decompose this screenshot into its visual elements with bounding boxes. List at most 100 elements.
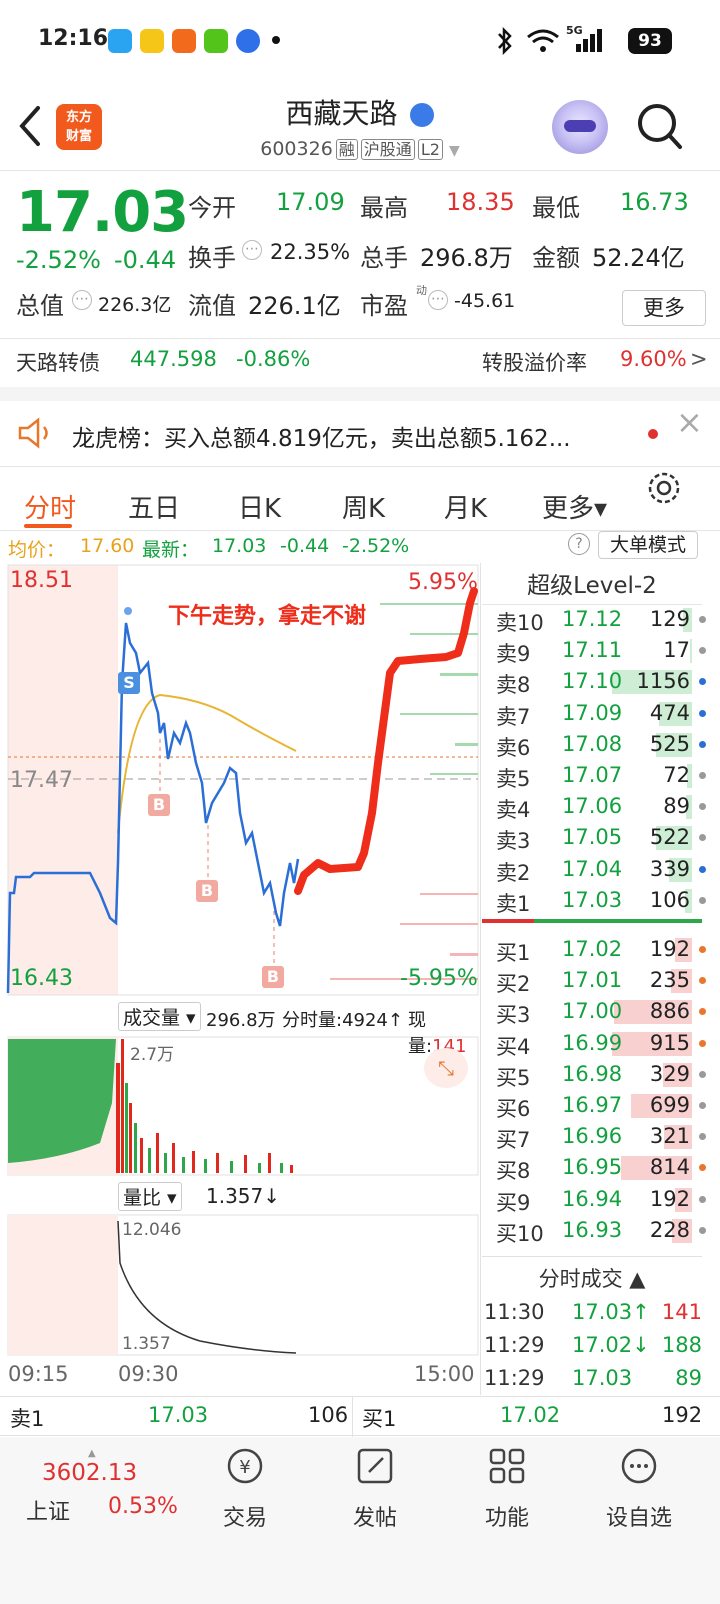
stock-subtitle[interactable]: 600326 融沪股通 L2 ▼ — [0, 136, 720, 160]
order-book-row[interactable]: 买7 16.96 321 — [492, 1121, 712, 1152]
order-book-row[interactable]: 卖1 17.03 106 — [492, 885, 712, 916]
nav-post[interactable]: 发帖 — [320, 1446, 430, 1532]
robot-assistant-icon[interactable] — [552, 100, 608, 154]
tab-weekly-k[interactable]: 周K — [342, 488, 385, 525]
tick-row: 11:29 17.02↓ 188 — [484, 1333, 704, 1365]
level-volume: 228 — [649, 1217, 690, 1242]
sell-buy-ratio-green — [534, 919, 702, 923]
nav-trade[interactable]: ¥ 交易 — [190, 1446, 300, 1532]
buy-marker[interactable]: B — [148, 794, 170, 816]
order-dot — [699, 1102, 706, 1109]
level-label: 卖10 — [496, 611, 544, 635]
buy-marker[interactable]: B — [262, 966, 284, 988]
convertible-bond-row[interactable]: 天路转债 447.598 -0.86% 转股溢价率 9.60% > — [0, 339, 720, 387]
chart-annotation: 下午走势，拿走不谢 — [168, 604, 367, 629]
level-label: 买3 — [496, 1003, 531, 1028]
level-volume: 339 — [649, 856, 690, 881]
big-order-mode-button[interactable]: 大单模式 — [598, 531, 698, 559]
best-quote-bar: 卖1 17.03 106 买1 17.02 192 — [0, 1396, 720, 1437]
level-volume: 192 — [649, 937, 690, 961]
volume-indicator-select[interactable]: 成交量 ▾ — [118, 1002, 201, 1031]
order-book-row[interactable]: 卖5 17.07 72 — [492, 760, 712, 791]
tag-level2: L2 — [417, 139, 443, 160]
info-icon[interactable]: ⋯ — [72, 290, 92, 310]
level-volume: 699 — [649, 1093, 690, 1117]
order-book-row[interactable]: 卖6 17.08 525 — [492, 729, 712, 760]
order-book-title[interactable]: 超级Level-2 — [482, 566, 702, 604]
level-volume: 525 — [649, 731, 690, 756]
notice-bar[interactable]: 龙虎榜：买入总额4.819亿元，卖出总额5.162... × — [0, 401, 720, 465]
order-dot — [699, 616, 706, 623]
level-volume: 17 — [663, 638, 690, 663]
level-label: 买5 — [496, 1065, 531, 1090]
order-book-row[interactable]: 卖8 17.10 1156 — [492, 666, 712, 697]
nav-add-watchlist[interactable]: 设自选 — [584, 1446, 694, 1532]
order-book-row[interactable]: 卖7 17.09 474 — [492, 698, 712, 729]
expand-icon[interactable]: ⤡ — [424, 1048, 468, 1088]
volume-total: 296.8万 — [206, 1010, 276, 1031]
tick-list-header[interactable]: 分时成交 ▲ — [482, 1256, 702, 1294]
tab-five-day[interactable]: 五日 — [128, 488, 180, 525]
order-book-row[interactable]: 卖9 17.11 17 — [492, 635, 712, 666]
notice-text: 龙虎榜：买入总额4.819亿元，卖出总额5.162... — [72, 426, 571, 452]
high-marker — [124, 607, 132, 615]
tab-daily-k[interactable]: 日K — [238, 488, 281, 525]
level-label: 买9 — [496, 1190, 531, 1215]
level-volume: 915 — [649, 1030, 690, 1055]
order-book-row[interactable]: 买5 16.98 329 — [492, 1059, 712, 1090]
order-book-row[interactable]: 买6 16.97 699 — [492, 1090, 712, 1121]
level-price: 17.12 — [562, 607, 623, 631]
info-icon[interactable]: ⋯ — [242, 240, 262, 260]
nav-functions[interactable]: 功能 — [452, 1446, 562, 1532]
enterprise-badge-icon — [410, 103, 435, 127]
tick-time: 11:29 — [484, 1366, 545, 1390]
buy-marker[interactable]: B — [196, 880, 218, 902]
order-book-row[interactable]: 买1 17.02 192 — [492, 934, 712, 965]
order-dot — [699, 1195, 706, 1203]
grid-icon — [489, 1448, 525, 1484]
order-dot — [699, 1226, 706, 1234]
level-price: 16.99 — [562, 1030, 623, 1055]
order-dot — [699, 772, 706, 779]
high-label: 最高 — [360, 194, 408, 222]
order-book-row[interactable]: 卖10 17.12 129 — [492, 604, 712, 635]
order-book-row[interactable]: 买10 16.93 228 — [492, 1215, 712, 1246]
close-icon[interactable]: × — [676, 403, 703, 441]
settings-gear-icon[interactable] — [646, 470, 682, 506]
order-book-row[interactable]: 买8 16.95 814 — [492, 1152, 712, 1183]
order-book-row[interactable]: 买4 16.99 915 — [492, 1028, 712, 1059]
level-price: 17.06 — [562, 794, 623, 819]
sell-marker[interactable]: S — [118, 672, 140, 694]
tab-monthly-k[interactable]: 月K — [444, 488, 487, 525]
divider — [0, 170, 720, 171]
more-button[interactable]: 更多 — [622, 290, 706, 326]
order-dot — [699, 647, 706, 655]
search-icon[interactable] — [636, 102, 684, 152]
tab-intraday[interactable]: 分时 — [24, 488, 76, 525]
intraday-info-bar: 均价： 17.60 最新： 17.03 -0.44 -2.52% ? 大单模式 — [0, 531, 720, 563]
ratio-bottom: 1.357 — [122, 1334, 171, 1354]
order-book-row[interactable]: 卖2 17.04 339 — [492, 854, 712, 885]
open-label: 今开 — [188, 194, 236, 222]
ratio-indicator-select[interactable]: 量比 ▾ — [118, 1182, 182, 1211]
order-book-row[interactable]: 买9 16.94 192 — [492, 1184, 712, 1215]
volume-max: 2.7万 — [130, 1045, 175, 1065]
order-book-row[interactable]: 卖4 17.06 89 — [492, 791, 712, 822]
order-dot — [699, 1070, 706, 1078]
info-icon[interactable]: ⋯ — [428, 290, 448, 310]
turnover-value: 22.35% — [270, 240, 351, 264]
open-value: 17.09 — [276, 188, 345, 216]
ratio-header: 量比 ▾ 1.357↓ — [118, 1180, 478, 1214]
level-label: 买6 — [496, 1097, 531, 1121]
volume-header: 成交量 ▾ 296.8万 分时量:4924↑ 现量:141 — [118, 1000, 478, 1057]
level-price: 17.04 — [562, 856, 623, 881]
order-book-row[interactable]: 买3 17.00 886 — [492, 996, 712, 1027]
order-book-row[interactable]: 卖3 17.05 522 — [492, 822, 712, 853]
help-icon[interactable]: ? — [568, 533, 590, 555]
tab-more[interactable]: 更多▾ — [542, 488, 607, 525]
index-widget[interactable]: ▲ 3602.13 上证 0.53% — [10, 1448, 190, 1538]
premium-label: 转股溢价率 — [482, 351, 587, 375]
wifi-icon — [527, 29, 559, 52]
order-book-row[interactable]: 买2 17.01 235 — [492, 965, 712, 996]
order-dot — [699, 678, 706, 686]
